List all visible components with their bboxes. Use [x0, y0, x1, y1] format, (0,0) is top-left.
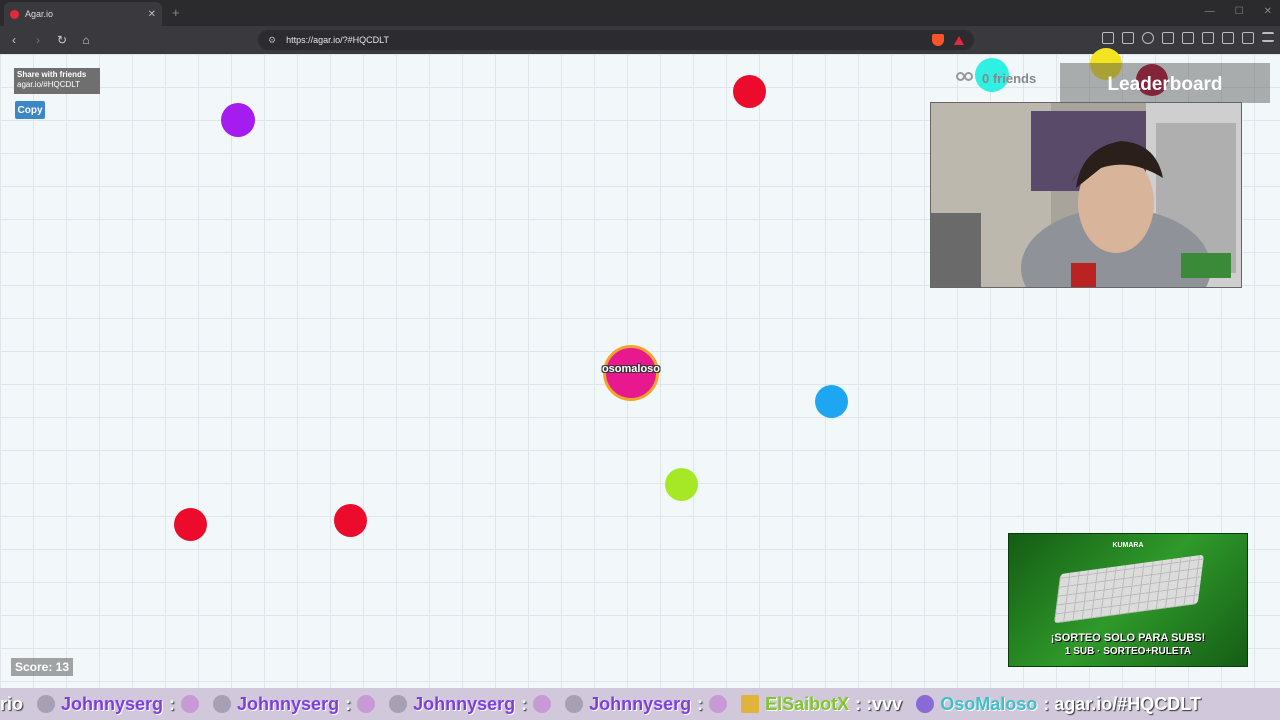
ticker-segment: ElSaibotX : :vvv: [741, 694, 902, 715]
crown-emote-icon: [741, 695, 760, 713]
webcam-image: [931, 103, 1241, 287]
chat-user: Johnnyserg: [413, 693, 516, 714]
ticker-segment: Johnnyserg :: [389, 693, 552, 715]
chat-user: Johnnyserg: [589, 693, 692, 714]
chat-sep: :: [169, 693, 176, 714]
chat-message: : agar.io/#HQCDLT: [1043, 693, 1201, 714]
chat-user: Johnnyserg: [61, 693, 164, 714]
chat-user: ElSaibotX: [765, 693, 850, 714]
menu-icon[interactable]: [1262, 32, 1274, 42]
leaderboard-title: Leaderboard: [1107, 74, 1223, 95]
share-heading: Share with friends: [17, 70, 87, 79]
chat-sep: :: [521, 693, 528, 714]
emote-icon: [357, 695, 376, 713]
site-info-icon[interactable]: ⚙: [268, 35, 276, 46]
reload-icon[interactable]: ↻: [52, 30, 72, 50]
browser-tab-bar: Agar.io ✕ + — ☐ ✕: [0, 0, 1280, 26]
window-controls: — ☐ ✕: [1205, 6, 1272, 17]
tab-close-icon[interactable]: ✕: [148, 9, 156, 20]
ticker-segment: rio: [0, 694, 23, 715]
browser-tab[interactable]: Agar.io ✕: [4, 2, 162, 26]
chat-message: : :vvv: [855, 693, 903, 714]
extension-icons: [1102, 32, 1274, 44]
keyboard-image: [1053, 554, 1205, 624]
chat-user: OsoMaloso: [940, 693, 1038, 714]
chat-ticker: rio Johnnyserg : Johnnyserg : Johnnyserg…: [0, 688, 1280, 720]
share-panel: Share with friends agar.io/#HQCDLT: [14, 68, 100, 94]
close-window-button[interactable]: ✕: [1264, 6, 1272, 17]
ticker-segment: Johnnyserg :: [565, 693, 728, 715]
friends-indicator[interactable]: 0 friends: [956, 71, 1036, 86]
emote-icon: [533, 695, 552, 713]
screen: Agar.io ✕ + — ☐ ✕ ‹ › ↻ ⌂ ⚙ https://agar…: [0, 0, 1280, 720]
leaderboard-panel: Leaderboard: [1060, 63, 1270, 103]
leo-icon[interactable]: [1222, 32, 1234, 44]
sidebar-icon[interactable]: [1182, 32, 1194, 44]
player-name: osomaloso: [601, 363, 661, 375]
friends-icon: [956, 71, 978, 86]
home-icon[interactable]: ⌂: [76, 30, 96, 50]
brave-rewards-icon[interactable]: [954, 35, 964, 45]
food-pellet: [815, 385, 848, 418]
friends-label: 0 friends: [982, 71, 1037, 86]
mic-emote-icon: [916, 695, 935, 713]
forward-icon[interactable]: ›: [28, 30, 48, 50]
tab-title: Agar.io: [25, 9, 54, 19]
ad-brand: KUMARA: [1112, 542, 1144, 549]
score-display: Score: 13: [11, 658, 74, 676]
download-icon[interactable]: [1142, 32, 1154, 44]
agario-favicon-icon: [10, 9, 19, 19]
ticker-lead: rio: [0, 693, 24, 714]
new-tab-button[interactable]: +: [172, 5, 180, 20]
koala-emote-icon: [565, 695, 584, 713]
koala-emote-icon: [37, 695, 56, 713]
vpn-icon[interactable]: [1242, 32, 1254, 44]
food-pellet: [334, 504, 367, 537]
game-canvas[interactable]: Share with friends agar.io/#HQCDLT Copy …: [0, 48, 1280, 720]
food-pellet: [174, 508, 207, 541]
food-pellet: [733, 75, 766, 108]
emote-icon: [181, 695, 200, 713]
chat-user: Johnnyserg: [237, 693, 340, 714]
wallet-icon[interactable]: [1202, 32, 1214, 44]
ad-line-2: 1 SUB · SORTEO+RULETA: [1064, 646, 1192, 657]
ticker-segment: OsoMaloso : agar.io/#HQCDLT: [916, 694, 1201, 715]
maximize-button[interactable]: ☐: [1235, 6, 1244, 17]
back-icon[interactable]: ‹: [4, 30, 24, 50]
url-text[interactable]: https://agar.io/?#HQCDLT: [286, 35, 922, 45]
ticker-segment: Johnnyserg :: [213, 693, 376, 715]
tab-groups-icon[interactable]: [1122, 32, 1134, 44]
music-icon[interactable]: [1162, 32, 1174, 44]
copy-button[interactable]: Copy: [15, 101, 45, 119]
extensions-icon[interactable]: [1102, 32, 1114, 44]
browser-toolbar: ‹ › ↻ ⌂ ⚙ https://agar.io/?#HQCDLT: [0, 26, 1280, 54]
food-pellet: [221, 103, 255, 137]
sponsor-ad: KUMARA ¡SORTEO SOLO PARA SUBS! 1 SUB · S…: [1008, 533, 1248, 667]
share-link: agar.io/#HQCDLT: [17, 80, 80, 89]
ticker-segment: Johnnyserg :: [37, 693, 200, 715]
brave-shield-icon[interactable]: [932, 34, 944, 46]
chat-sep: :: [345, 693, 352, 714]
koala-emote-icon: [389, 695, 408, 713]
chat-sep: :: [697, 693, 704, 714]
webcam-overlay: [930, 102, 1242, 288]
emote-icon: [709, 695, 728, 713]
koala-emote-icon: [213, 695, 232, 713]
minimize-button[interactable]: —: [1205, 6, 1215, 17]
food-pellet: [665, 468, 698, 501]
address-bar[interactable]: ⚙ https://agar.io/?#HQCDLT: [258, 30, 974, 50]
ad-line-1: ¡SORTEO SOLO PARA SUBS!: [1050, 632, 1206, 644]
